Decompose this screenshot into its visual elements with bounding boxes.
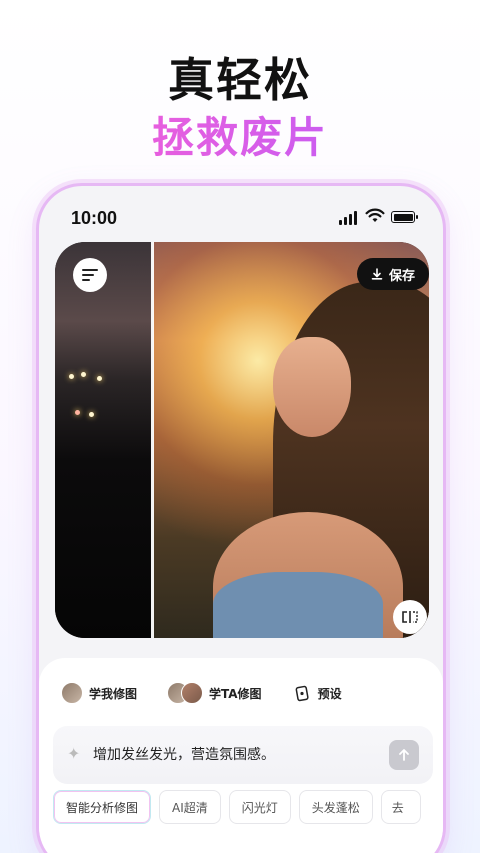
chip-flash[interactable]: 闪光灯: [228, 790, 291, 824]
menu-button[interactable]: [73, 258, 107, 292]
subject-dress: [213, 572, 383, 638]
compare-toggle-button[interactable]: [393, 600, 427, 634]
prompt-text: 增加发丝发光，营造氛围感。: [93, 747, 275, 763]
mode-label: 预设: [317, 686, 342, 701]
arrow-up-icon: [399, 749, 409, 761]
chip-smart-analysis[interactable]: 智能分析修图: [53, 790, 152, 824]
mode-selector: 学我修图 学TA修图 预设: [61, 682, 342, 704]
after-image: [153, 242, 429, 638]
chip-ai-hd[interactable]: AI超清: [159, 790, 221, 824]
prompt-input[interactable]: ✦ 增加发丝发光，营造氛围感。: [53, 726, 433, 784]
download-icon: [371, 268, 383, 280]
chip-remove[interactable]: 去: [380, 790, 421, 824]
chip-hair-volume[interactable]: 头发蓬松: [298, 790, 373, 824]
headline-title: 真轻松: [168, 53, 312, 107]
phone-frame: 10:00 保存 学我修图 学TA修图 预设 ✦ 增加发丝发光，营造氛围感。 智…: [36, 183, 446, 853]
sparkle-icon: ✦: [67, 744, 81, 763]
mode-label: 学我修图: [89, 686, 138, 701]
avatar-group: [167, 682, 204, 704]
mode-learn-ta[interactable]: 学TA修图: [167, 682, 262, 704]
preset-icon: [292, 683, 312, 703]
mode-learn-me[interactable]: 学我修图: [61, 682, 137, 704]
status-bar: 10:00: [39, 186, 443, 246]
avatar: [61, 682, 83, 704]
wifi-icon: [365, 208, 385, 222]
bottom-panel: 学我修图 学TA修图 预设 ✦ 增加发丝发光，营造氛围感。 智能分析修图 AI超…: [39, 658, 443, 853]
avatar: [181, 682, 204, 704]
status-time: 10:00: [71, 208, 118, 228]
photo-compare-view[interactable]: 保存: [55, 242, 429, 638]
suggestion-chips: 智能分析修图 AI超清 闪光灯 头发蓬松 去: [53, 790, 421, 824]
save-button[interactable]: 保存: [357, 258, 429, 290]
subject-face: [273, 337, 351, 437]
battery-icon: [391, 211, 418, 223]
compare-icon: [402, 611, 418, 623]
send-button[interactable]: [389, 740, 419, 770]
mode-label: 学TA修图: [209, 686, 262, 701]
save-label: 保存: [388, 268, 415, 284]
compare-slider-handle[interactable]: [151, 242, 154, 638]
before-image: [55, 242, 153, 638]
signal-icon: [339, 211, 357, 225]
headline-subtitle: 拯救废片: [0, 104, 480, 165]
city-lights: [67, 370, 127, 430]
mode-preset[interactable]: 预设: [292, 683, 342, 703]
